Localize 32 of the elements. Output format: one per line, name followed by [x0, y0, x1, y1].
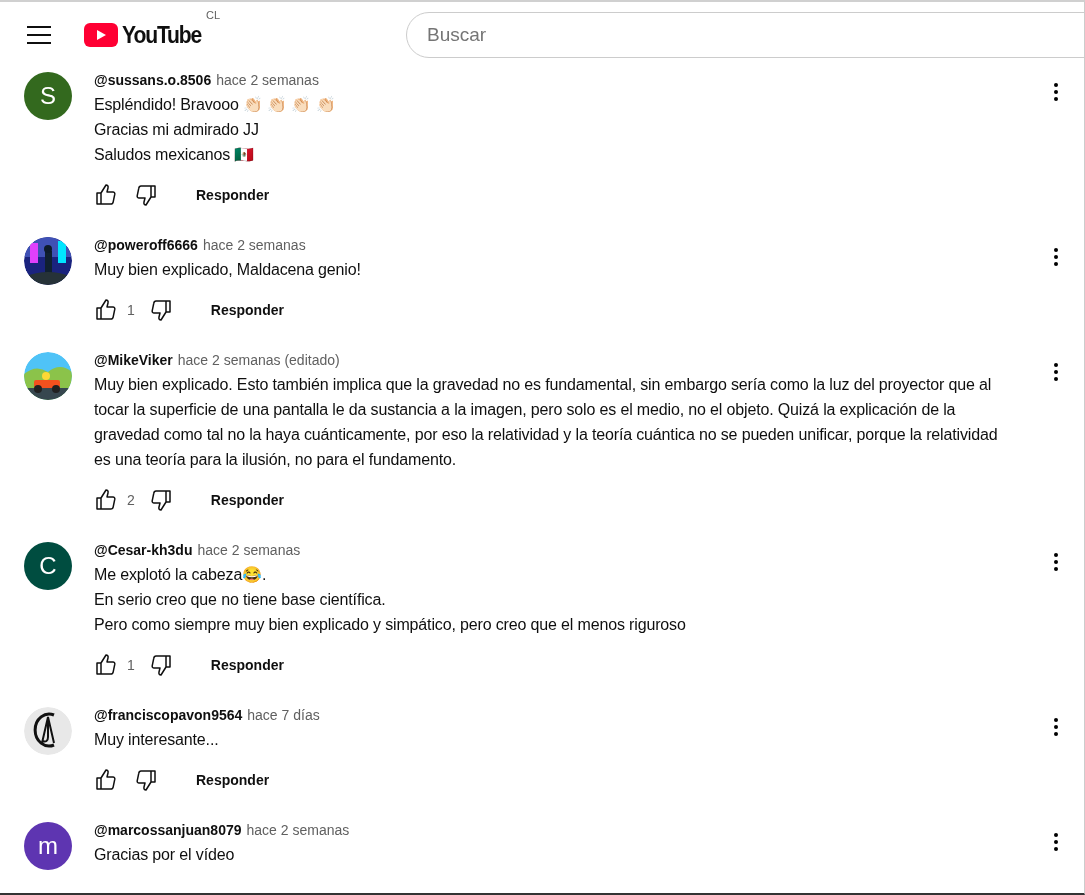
comment-time[interactable]: hace 2 semanas (editado)	[177, 352, 340, 368]
reply-button[interactable]: Responder	[188, 181, 278, 209]
author-name[interactable]: @marcossanjuan8079	[94, 822, 242, 838]
comment-text: Gracias por el vídeo	[94, 845, 236, 865]
avatar[interactable]: m	[24, 822, 72, 870]
comment-time[interactable]: hace 2 semanas	[197, 542, 301, 558]
comment-time[interactable]: hace 2 semanas	[216, 72, 319, 88]
country-code: CL	[206, 9, 221, 21]
author-name[interactable]: @sussans.o.8506	[94, 72, 212, 88]
avatar[interactable]: S	[24, 72, 72, 120]
comment-time[interactable]: hace 2 semanas	[202, 237, 306, 253]
comment-text: Me explotó la cabeza😂. En serio creo que no tiene base científica. Pero como siempre muy bien explicado y simpático, pero creo que el menos riguroso	[94, 565, 687, 635]
like-count: 2	[127, 492, 135, 508]
comment-text: Muy bien explicado, Maldacena genio!	[94, 260, 362, 280]
search-field[interactable]: Buscar	[406, 12, 1084, 58]
reply-button[interactable]: Responder	[188, 766, 278, 794]
reply-button[interactable]: Responder	[202, 486, 292, 514]
reply-button[interactable]: Responder	[202, 296, 292, 324]
like-count: 1	[127, 302, 135, 318]
author-name[interactable]: @Cesar-kh3du	[94, 542, 193, 558]
comment-text: Muy interesante...	[94, 730, 220, 750]
comment-text: Muy bien explicado. Esto también implica que la gravedad no es fundamental, sin embargo sería como la luz del proyector que al tocar la superficie de una pantalla le da sustancia a la imagen, pero solo es el medio, no el objeto. Quizá la explicación de la gravedad como tal no la haya cuánticamente, por eso la relatividad y la teoría cuántica no se pueden unificar, porque la relatividad es una teoría para la ilusión, no para el fundamento.	[94, 375, 999, 470]
author-name[interactable]: @franciscopavon9564	[94, 707, 243, 723]
comment-text: Espléndido! Bravooo 👏🏻 👏🏻 👏🏻 👏🏻 Gracias mi admirado JJ Saludos mexicanos 🇲🇽	[94, 95, 337, 165]
logo-text[interactable]: YouTube	[122, 21, 202, 49]
author-name[interactable]: @MikeViker	[94, 352, 173, 368]
reply-button[interactable]: Responder	[202, 651, 292, 679]
like-count: 1	[127, 657, 135, 673]
comment-time[interactable]: hace 7 días	[247, 707, 320, 723]
author-name[interactable]: @poweroff6666	[94, 237, 198, 253]
avatar[interactable]: C	[24, 542, 72, 590]
comment-time[interactable]: hace 2 semanas	[246, 822, 350, 838]
